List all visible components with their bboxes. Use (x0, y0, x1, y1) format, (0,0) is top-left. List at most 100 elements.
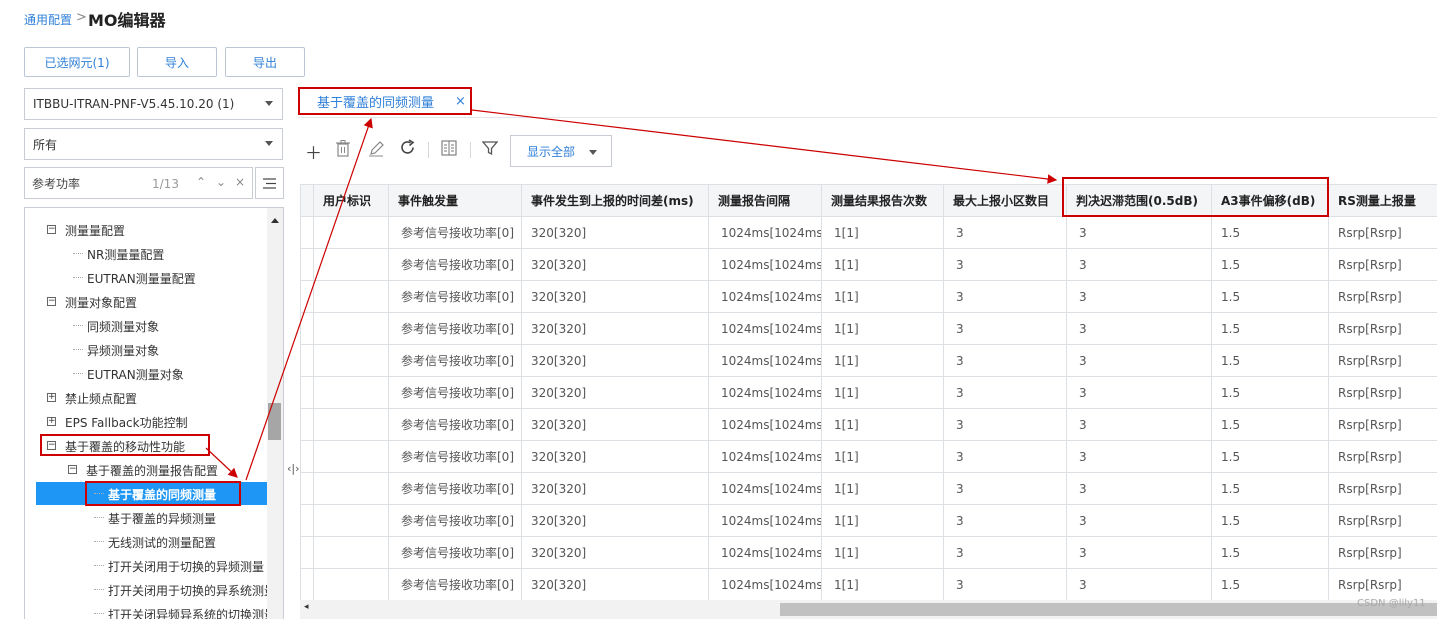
table-cell[interactable]: 1.5 (1211, 216, 1329, 249)
table-cell[interactable]: 3 (1066, 408, 1212, 441)
table-row[interactable]: 参考信号接收功率[0] 320[320] 1024ms[1024ms] 1[1] 3 3 1… (300, 568, 1437, 601)
version-select[interactable]: ITBBU-ITRAN-PNF-V5.45.10.20 (1) (24, 88, 283, 120)
table-cell[interactable]: 3 (1066, 280, 1212, 313)
column-header[interactable]: RS测量上报量 (1328, 184, 1437, 217)
table-cell[interactable]: 参考信号接收功率[0] (388, 216, 522, 249)
table-row[interactable]: 参考信号接收功率[0] 320[320] 1024ms[1024ms] 1[1] 3 3 1… (300, 408, 1437, 441)
row-selector-cell[interactable] (300, 216, 314, 249)
table-cell[interactable]: Rsrp[Rsrp] (1328, 216, 1437, 249)
table-cell[interactable]: 3 (943, 312, 1067, 345)
column-header[interactable]: 测量结果报告次数 (821, 184, 944, 217)
table-cell[interactable]: 1024ms[1024ms] (708, 440, 822, 473)
table-cell[interactable]: 320[320] (521, 568, 709, 601)
table-cell[interactable]: 320[320] (521, 216, 709, 249)
table-cell[interactable]: 1.5 (1211, 440, 1329, 473)
export-button[interactable]: 导出 (225, 47, 305, 77)
table-cell[interactable]: 参考信号接收功率[0] (388, 568, 522, 601)
table-cell[interactable]: 3 (1066, 536, 1212, 569)
table-cell[interactable]: 参考信号接收功率[0] (388, 280, 522, 313)
tree-item[interactable]: 打开关闭用于切换的异系统测量 (108, 582, 276, 599)
table-cell[interactable]: 1[1] (821, 568, 944, 601)
table-cell[interactable]: 3 (943, 216, 1067, 249)
table-cell[interactable]: Rsrp[Rsrp] (1328, 568, 1437, 601)
table-cell[interactable] (313, 504, 389, 537)
table-scroll-thumb[interactable] (780, 603, 1437, 616)
column-header[interactable]: 用户标识 (313, 184, 389, 217)
table-cell[interactable] (313, 440, 389, 473)
table-row[interactable]: 参考信号接收功率[0] 320[320] 1024ms[1024ms] 1[1] 3 3 1… (300, 280, 1437, 313)
table-cell[interactable]: Rsrp[Rsrp] (1328, 536, 1437, 569)
table-cell[interactable]: 320[320] (521, 344, 709, 377)
tree-item[interactable]: 打开关闭用于切换的异频测量 (108, 558, 264, 575)
table-cell[interactable]: 1[1] (821, 216, 944, 249)
table-cell[interactable]: 3 (943, 376, 1067, 409)
table-cell[interactable]: Rsrp[Rsrp] (1328, 408, 1437, 441)
table-cell[interactable]: 1.5 (1211, 376, 1329, 409)
row-selector-cell[interactable] (300, 312, 314, 345)
delete-icon[interactable] (335, 140, 351, 162)
row-selector-cell[interactable] (300, 376, 314, 409)
selected-ne-button[interactable]: 已选网元(1) (24, 47, 130, 77)
table-row[interactable]: 参考信号接收功率[0] 320[320] 1024ms[1024ms] 1[1] 3 3 1… (300, 504, 1437, 537)
edit-icon[interactable] (368, 140, 384, 162)
table-cell[interactable]: Rsrp[Rsrp] (1328, 440, 1437, 473)
table-row[interactable]: 参考信号接收功率[0] 320[320] 1024ms[1024ms] 1[1] 3 3 1… (300, 248, 1437, 281)
table-cell[interactable]: 3 (1066, 504, 1212, 537)
table-cell[interactable]: Rsrp[Rsrp] (1328, 376, 1437, 409)
show-all-dropdown[interactable]: 显示全部 (510, 135, 612, 167)
expand-icon[interactable]: + (47, 393, 56, 402)
tree-item[interactable]: EUTRAN测量量配置 (87, 270, 196, 287)
table-cell[interactable]: 1[1] (821, 504, 944, 537)
table-cell[interactable]: 3 (943, 248, 1067, 281)
table-cell[interactable]: 1[1] (821, 536, 944, 569)
search-clear-icon[interactable]: × (235, 175, 245, 189)
table-cell[interactable]: 1[1] (821, 280, 944, 313)
import-button[interactable]: 导入 (137, 47, 217, 77)
table-cell[interactable]: 1024ms[1024ms] (708, 504, 822, 537)
search-next-icon[interactable]: ⌄ (216, 175, 226, 189)
table-cell[interactable]: 1[1] (821, 472, 944, 505)
table-cell[interactable]: 参考信号接收功率[0] (388, 248, 522, 281)
mo-tree[interactable]: − 测量量配置 NR测量量配置 EUTRAN测量量配置 − 测量对象配置 同频测量对象 异频测… (24, 207, 284, 619)
table-cell[interactable]: Rsrp[Rsrp] (1328, 472, 1437, 505)
row-selector-cell[interactable] (300, 248, 314, 281)
table-cell[interactable] (313, 312, 389, 345)
close-icon[interactable]: × (455, 94, 466, 109)
table-cell[interactable]: 3 (1066, 312, 1212, 345)
table-cell[interactable]: 3 (943, 280, 1067, 313)
row-selector-cell[interactable] (300, 344, 314, 377)
tree-item[interactable]: EPS Fallback功能控制 (65, 414, 188, 431)
collapse-icon[interactable]: − (68, 465, 77, 474)
table-cell[interactable]: 1.5 (1211, 280, 1329, 313)
table-cell[interactable]: 3 (1066, 344, 1212, 377)
tree-item[interactable]: 基于覆盖的异频测量 (108, 510, 216, 527)
table-cell[interactable]: 1.5 (1211, 504, 1329, 537)
table-cell[interactable] (313, 408, 389, 441)
table-cell[interactable]: 参考信号接收功率[0] (388, 376, 522, 409)
table-cell[interactable]: 3 (1066, 472, 1212, 505)
table-cell[interactable]: 320[320] (521, 248, 709, 281)
column-header[interactable]: 事件发生到上报的时间差(ms) (521, 184, 709, 217)
table-cell[interactable]: 1024ms[1024ms] (708, 216, 822, 249)
breadcrumb-parent-link[interactable]: 通用配置 (24, 11, 72, 28)
scroll-left-icon[interactable]: ◂ (304, 602, 309, 612)
columns-icon[interactable] (441, 140, 457, 161)
table-cell[interactable] (313, 248, 389, 281)
table-cell[interactable]: 3 (943, 504, 1067, 537)
table-cell[interactable]: Rsrp[Rsrp] (1328, 312, 1437, 345)
table-cell[interactable]: 参考信号接收功率[0] (388, 344, 522, 377)
table-cell[interactable]: Rsrp[Rsrp] (1328, 248, 1437, 281)
panel-splitter-icon[interactable]: ‹|› (287, 462, 300, 475)
table-cell[interactable]: 1024ms[1024ms] (708, 248, 822, 281)
tab-coverage-intra-freq[interactable]: 基于覆盖的同频测量 (298, 87, 472, 115)
table-cell[interactable]: 参考信号接收功率[0] (388, 312, 522, 345)
table-cell[interactable]: 1024ms[1024ms] (708, 408, 822, 441)
column-header[interactable]: 事件触发量 (388, 184, 522, 217)
tree-menu-button[interactable] (255, 167, 284, 199)
table-cell[interactable]: 1024ms[1024ms] (708, 312, 822, 345)
table-cell[interactable]: 1.5 (1211, 536, 1329, 569)
table-cell[interactable]: 1.5 (1211, 248, 1329, 281)
table-cell[interactable]: 1.5 (1211, 568, 1329, 601)
table-cell[interactable]: 1024ms[1024ms] (708, 472, 822, 505)
row-selector-cell[interactable] (300, 536, 314, 569)
